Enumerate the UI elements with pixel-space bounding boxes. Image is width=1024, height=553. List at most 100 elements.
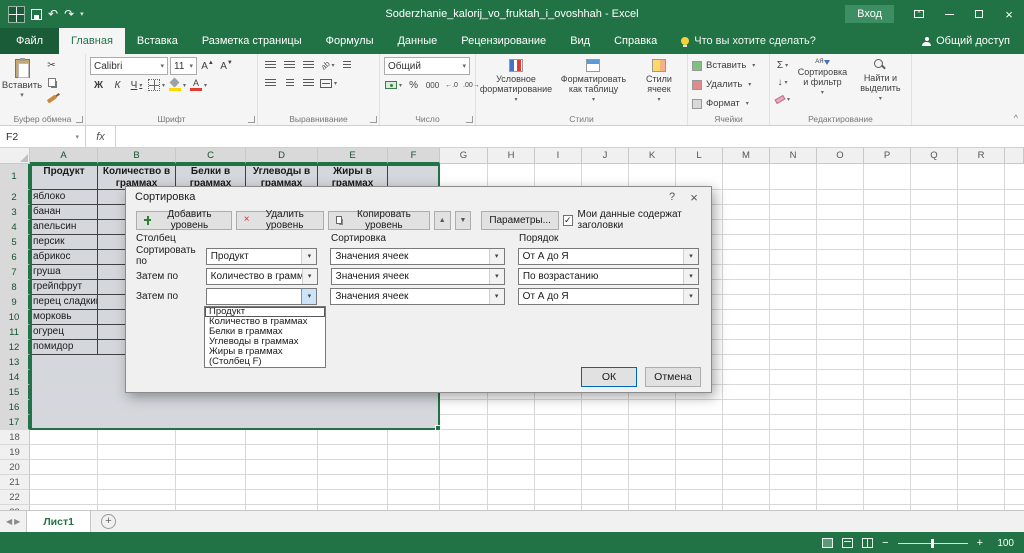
cell-B23[interactable]	[98, 505, 176, 510]
cell-F18[interactable]	[388, 430, 440, 445]
cell-R19[interactable]	[958, 445, 1005, 460]
cell-P22[interactable]	[864, 490, 911, 505]
cell-F23[interactable]	[388, 505, 440, 510]
cell-A19[interactable]	[30, 445, 98, 460]
cell-M6[interactable]	[723, 250, 770, 265]
cell-R12[interactable]	[958, 340, 1005, 355]
cell-H17[interactable]	[488, 415, 535, 430]
align-bottom-button[interactable]	[300, 57, 317, 73]
tab-help[interactable]: Справка	[602, 28, 669, 54]
cell-Q15[interactable]	[911, 385, 958, 400]
cell-N7[interactable]	[770, 265, 817, 280]
cell-Q2[interactable]	[911, 190, 958, 205]
cell-R16[interactable]	[958, 400, 1005, 415]
cell-C19[interactable]	[176, 445, 246, 460]
cell-P10[interactable]	[864, 310, 911, 325]
tell-me-search[interactable]: Что вы хотите сделать?	[669, 28, 828, 54]
cell-O19[interactable]	[817, 445, 864, 460]
cell-A12[interactable]: помидор	[30, 340, 98, 355]
column-header-K[interactable]: K	[629, 148, 676, 164]
cell-F19[interactable]	[388, 445, 440, 460]
cell-styles-button[interactable]: Стили ячеек ▾	[635, 57, 683, 112]
cell-A15[interactable]	[30, 385, 98, 400]
then-by-column-select[interactable]: Количество в граммах▾	[206, 268, 318, 285]
cell-I21[interactable]	[535, 475, 582, 490]
cell-O12[interactable]	[817, 340, 864, 355]
fill-button[interactable]: ↓	[774, 74, 791, 90]
cell-L20[interactable]	[676, 460, 723, 475]
format-cells-button[interactable]: Формат	[692, 95, 755, 112]
format-painter-button[interactable]	[43, 91, 60, 107]
column-header-B[interactable]: B	[98, 148, 176, 164]
align-right-button[interactable]	[300, 75, 317, 91]
align-center-button[interactable]	[281, 75, 298, 91]
cell-A18[interactable]	[30, 430, 98, 445]
row-header-7[interactable]: 7	[0, 265, 30, 280]
cell-K23[interactable]	[629, 505, 676, 510]
cell-G21[interactable]	[440, 475, 488, 490]
cell-P1[interactable]	[864, 164, 911, 190]
row-header-20[interactable]: 20	[0, 460, 30, 475]
column-header-G[interactable]: G	[440, 148, 488, 164]
cell-O10[interactable]	[817, 310, 864, 325]
cell-P11[interactable]	[864, 325, 911, 340]
redo-button[interactable]: ↷	[64, 8, 74, 20]
fill-handle[interactable]	[435, 425, 441, 431]
name-box[interactable]: F2 ▾	[0, 126, 86, 147]
borders-button[interactable]	[147, 77, 166, 93]
cell-R1[interactable]	[958, 164, 1005, 190]
cell-E16[interactable]	[318, 400, 388, 415]
cell-Q13[interactable]	[911, 355, 958, 370]
cell-N11[interactable]	[770, 325, 817, 340]
row-header-1[interactable]: 1	[0, 164, 30, 190]
row-header-22[interactable]: 22	[0, 490, 30, 505]
cell-R17[interactable]	[958, 415, 1005, 430]
fill-color-button[interactable]	[168, 77, 187, 93]
tab-home[interactable]: Главная	[59, 28, 125, 54]
column-header-L[interactable]: L	[676, 148, 723, 164]
column-header-R[interactable]: R	[958, 148, 1005, 164]
cell-Q19[interactable]	[911, 445, 958, 460]
column-header-J[interactable]: J	[582, 148, 629, 164]
bold-button[interactable]: Ж	[90, 77, 107, 93]
cell-O5[interactable]	[817, 235, 864, 250]
cell-P19[interactable]	[864, 445, 911, 460]
percent-button[interactable]: %	[405, 77, 422, 93]
cell-Q9[interactable]	[911, 295, 958, 310]
cell-E17[interactable]	[318, 415, 388, 430]
cell-M3[interactable]	[723, 205, 770, 220]
cell-K18[interactable]	[629, 430, 676, 445]
cell-P9[interactable]	[864, 295, 911, 310]
headers-checkbox[interactable]: ✓ Мои данные содержат заголовки	[563, 209, 701, 231]
autosum-button[interactable]: Σ	[774, 57, 791, 73]
column-header-P[interactable]: P	[864, 148, 911, 164]
dropdown-option[interactable]: Продукт	[205, 307, 325, 317]
cell-E20[interactable]	[318, 460, 388, 475]
cell-P18[interactable]	[864, 430, 911, 445]
add-level-button[interactable]: Добавить уровень	[136, 211, 232, 230]
cell-D19[interactable]	[246, 445, 318, 460]
cell-I20[interactable]	[535, 460, 582, 475]
row-header-19[interactable]: 19	[0, 445, 30, 460]
increase-font-button[interactable]: А	[199, 58, 216, 74]
cell-K16[interactable]	[629, 400, 676, 415]
cell-Q21[interactable]	[911, 475, 958, 490]
dropdown-option[interactable]: Жиры в граммах	[205, 347, 325, 357]
formula-input[interactable]	[116, 126, 1024, 147]
italic-button[interactable]: К	[109, 77, 126, 93]
conditional-formatting-button[interactable]: Условное форматирование ▾	[480, 57, 552, 112]
then-by-order-select[interactable]: От А до Я▾	[518, 288, 699, 305]
cell-N21[interactable]	[770, 475, 817, 490]
cell-L17[interactable]	[676, 415, 723, 430]
row-header-9[interactable]: 9	[0, 295, 30, 310]
cell-H16[interactable]	[488, 400, 535, 415]
row-header-11[interactable]: 11	[0, 325, 30, 340]
cell-N19[interactable]	[770, 445, 817, 460]
clear-button[interactable]	[774, 91, 791, 107]
cell-R6[interactable]	[958, 250, 1005, 265]
cell-D21[interactable]	[246, 475, 318, 490]
cell-O8[interactable]	[817, 280, 864, 295]
cell-I18[interactable]	[535, 430, 582, 445]
cell-M17[interactable]	[723, 415, 770, 430]
cell-M22[interactable]	[723, 490, 770, 505]
